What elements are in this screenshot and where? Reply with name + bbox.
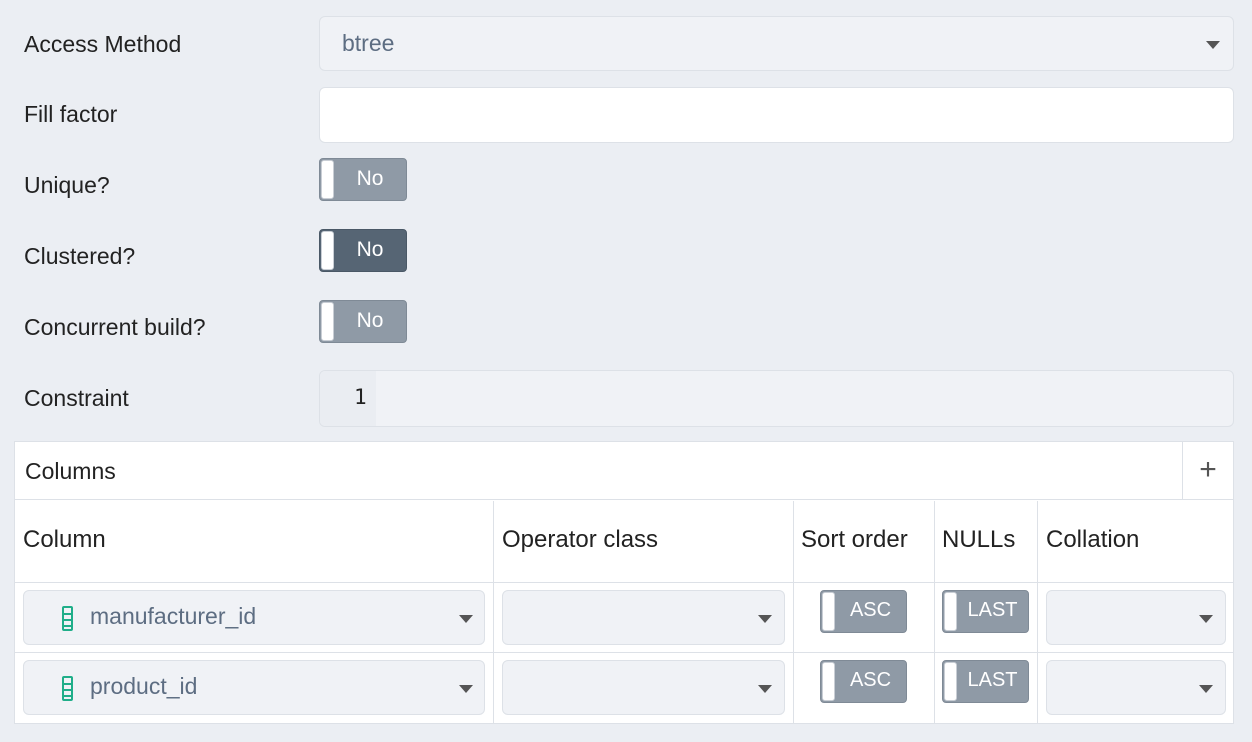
sort-order-text: ASC	[849, 599, 892, 621]
access-method-label: Access Method	[24, 31, 182, 57]
table-row: manufacturer_id	[15, 583, 494, 653]
chevron-down-icon[interactable]	[758, 615, 772, 623]
header-collation-label: Collation	[1046, 526, 1140, 553]
unique-label: Unique?	[24, 172, 110, 198]
sort-order-toggle[interactable]: ASC	[820, 590, 907, 633]
collation-select[interactable]	[1046, 660, 1226, 715]
collation-select[interactable]	[1046, 590, 1226, 645]
header-nulls: NULLs	[935, 501, 1038, 583]
operator-class-cell	[494, 653, 794, 723]
concurrent-build-toggle[interactable]: No	[319, 300, 407, 343]
column-icon	[62, 606, 73, 631]
clustered-label: Clustered?	[24, 243, 136, 269]
toggle-knob	[822, 662, 835, 701]
chevron-down-icon[interactable]	[1206, 41, 1220, 49]
operator-class-select[interactable]	[502, 590, 785, 645]
line-number: 1	[354, 385, 367, 409]
unique-toggle[interactable]: No	[319, 158, 407, 201]
sort-order-toggle[interactable]: ASC	[820, 660, 907, 703]
columns-grid-title: Columns	[25, 458, 116, 484]
nulls-cell: LAST	[935, 653, 1038, 723]
chevron-down-icon[interactable]	[459, 685, 473, 693]
header-column: Column	[15, 501, 494, 583]
chevron-down-icon[interactable]	[1199, 685, 1213, 693]
nulls-toggle[interactable]: LAST	[942, 660, 1029, 703]
clustered-toggle[interactable]: No	[319, 229, 407, 272]
header-sort-order: Sort order	[794, 501, 935, 583]
collation-cell	[1038, 653, 1234, 723]
nulls-text: LAST	[967, 599, 1018, 621]
operator-class-select[interactable]	[502, 660, 785, 715]
unique-toggle-text: No	[356, 167, 384, 190]
sort-order-text: ASC	[849, 669, 892, 691]
table-row: product_id	[15, 653, 494, 723]
line-number-gutter	[320, 371, 376, 426]
header-column-label: Column	[23, 526, 106, 553]
toggle-knob	[321, 231, 334, 270]
nulls-toggle[interactable]: LAST	[942, 590, 1029, 633]
header-operator-class: Operator class	[494, 501, 794, 583]
column-value: product_id	[90, 673, 198, 699]
chevron-down-icon[interactable]	[758, 685, 772, 693]
clustered-toggle-text: No	[356, 238, 384, 261]
header-nulls-label: NULLs	[942, 526, 1016, 553]
toggle-knob	[944, 592, 957, 631]
fill-factor-input[interactable]	[319, 87, 1234, 143]
header-operator-class-label: Operator class	[502, 526, 659, 553]
operator-class-cell	[494, 583, 794, 653]
add-column-button[interactable]: +	[1182, 442, 1233, 500]
chevron-down-icon[interactable]	[1199, 615, 1213, 623]
toggle-knob	[321, 302, 334, 341]
toggle-knob	[321, 160, 334, 199]
columns-grid-header: Columns +	[15, 442, 1233, 500]
access-method-select[interactable]: btree	[319, 16, 1234, 71]
columns-grid: Columns + Column Operator class Sort ord…	[14, 441, 1234, 724]
constraint-label: Constraint	[24, 385, 129, 411]
toggle-knob	[822, 592, 835, 631]
column-icon	[62, 676, 73, 701]
fill-factor-label: Fill factor	[24, 101, 118, 127]
nulls-cell: LAST	[935, 583, 1038, 653]
header-collation: Collation	[1038, 501, 1234, 583]
sort-order-cell: ASC	[794, 653, 935, 723]
access-method-value: btree	[342, 30, 395, 56]
collation-cell	[1038, 583, 1234, 653]
column-select[interactable]: manufacturer_id	[23, 590, 485, 645]
column-value: manufacturer_id	[90, 603, 257, 629]
column-select[interactable]: product_id	[23, 660, 485, 715]
concurrent-build-toggle-text: No	[356, 309, 384, 332]
concurrent-build-label: Concurrent build?	[24, 314, 206, 340]
toggle-knob	[944, 662, 957, 701]
constraint-editor[interactable]: 1	[319, 370, 1234, 427]
header-sort-order-label: Sort order	[801, 526, 908, 553]
chevron-down-icon[interactable]	[459, 615, 473, 623]
nulls-text: LAST	[967, 669, 1018, 691]
sort-order-cell: ASC	[794, 583, 935, 653]
